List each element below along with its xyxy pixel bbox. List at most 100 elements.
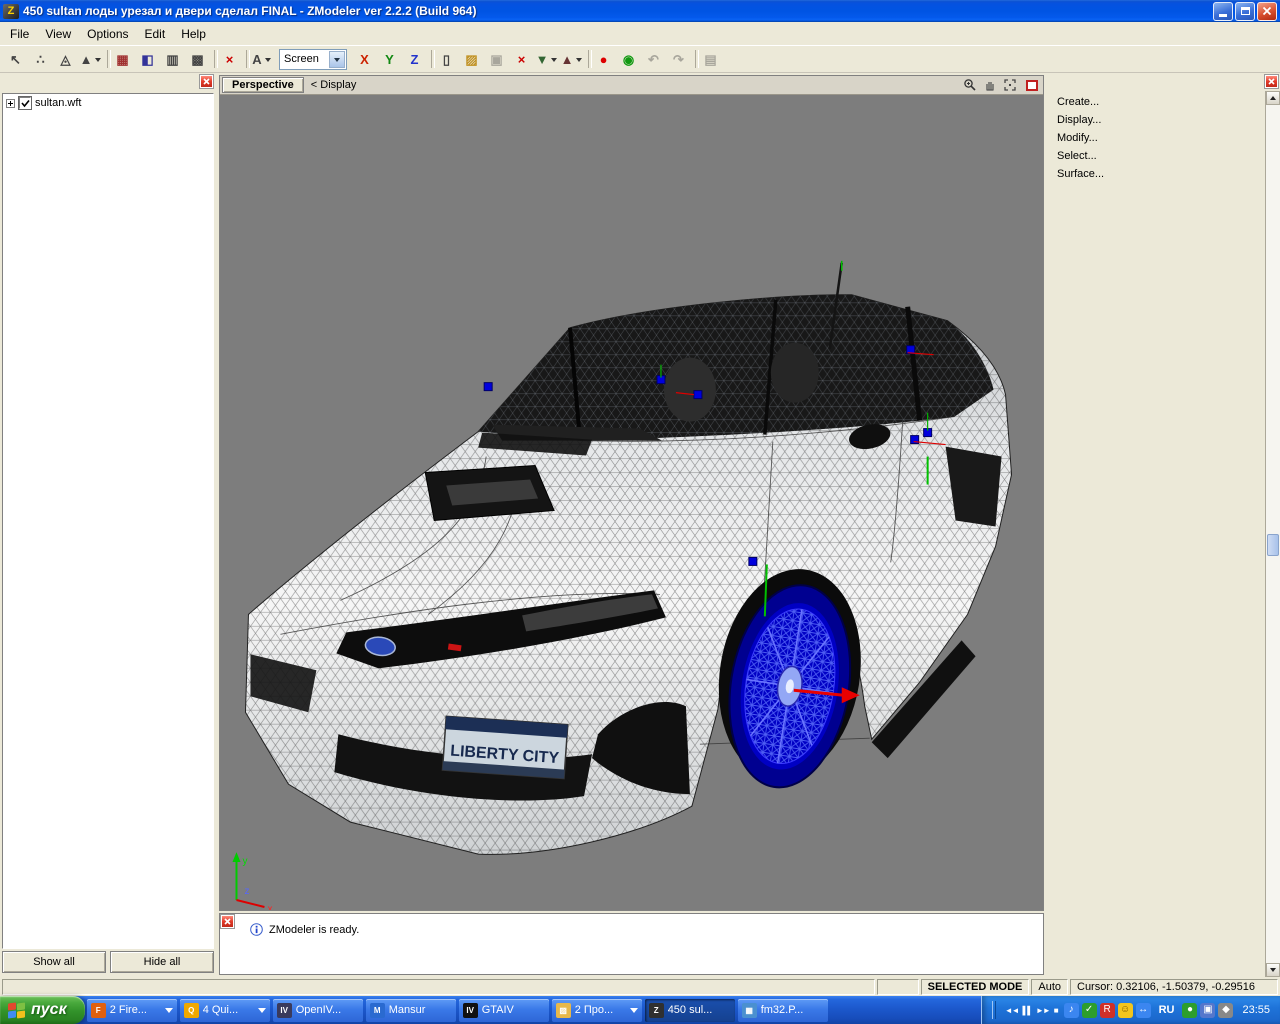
start-button[interactable]: пуск [0,996,85,1024]
screen-combo-arrow[interactable] [329,50,345,68]
task-icon: M [369,1002,385,1018]
media-prev-button[interactable]: ◄◄ [1003,1006,1021,1015]
tray-update-icon[interactable]: ● [1182,1002,1198,1018]
tree-item-label: sultan.wft [35,97,82,109]
plugins-button[interactable]: ◉ [616,48,641,71]
taskbar-buttons: F2 Fire... Q 4 Qui... IV OpenIV... M Mansur IV G… [85,996,830,1024]
media-next-button[interactable]: ►► [1034,1006,1052,1015]
tray-volume-icon[interactable]: ♪ [1063,1002,1079,1018]
task-zmodeler[interactable]: Z 450 sul... [644,998,735,1022]
maximize-view-icon[interactable] [1026,79,1038,91]
task-mansur[interactable]: M Mansur [365,998,456,1022]
dummy-marker[interactable] [483,382,493,392]
auto-toggle[interactable]: Auto [1031,978,1068,995]
task-icon: F [90,1002,106,1018]
uv-mapper-button[interactable]: ▦ [110,48,135,71]
scroll-thumb[interactable] [1267,534,1279,556]
menu-help[interactable]: Help [173,24,214,44]
material-editor-button[interactable]: ◧ [135,48,160,71]
zoom-icon[interactable] [961,78,978,93]
views-config-button[interactable]: ▥ [160,48,185,71]
dropdown-arrow-icon [95,58,102,65]
tree-expand-icon[interactable] [6,98,15,108]
close-icon [224,918,231,925]
record-button[interactable]: ● [591,48,616,71]
close-commands-panel-button[interactable] [1265,75,1278,88]
menu-display[interactable]: Display... [1053,111,1262,129]
task-openiv[interactable]: IV OpenIV... [272,998,363,1022]
close-panel-button[interactable] [200,75,213,88]
close-view-button[interactable]: × [217,48,242,71]
arrow-tool-button[interactable]: A [249,48,274,71]
media-pause-button[interactable]: ▌▌ [1021,1006,1034,1015]
tray-display-icon[interactable]: ▣ [1200,1002,1216,1018]
menu-surface[interactable]: Surface... [1053,165,1262,183]
scene-tree-header [0,74,216,91]
vertices-mode-button[interactable]: ∴ [28,48,53,71]
commands-scrollbar[interactable] [1265,91,1280,977]
tray-icons-left: ♪ ✓ R ☺ ↔ [1063,1002,1151,1018]
menu-file[interactable]: File [2,24,37,44]
minimize-button[interactable] [1213,1,1233,21]
faces-mode-button[interactable]: ▲ [78,48,103,71]
import-button[interactable]: ▼ [534,48,559,71]
task-folder[interactable]: ▨ 2 Про... [551,998,642,1022]
redo-button[interactable]: ↷ [666,48,691,71]
zoom-extents-icon[interactable] [1001,78,1018,93]
menu-select[interactable]: Select... [1053,147,1262,165]
select-mode-button[interactable]: ↖ [3,48,28,71]
menu-options[interactable]: Options [79,24,136,44]
tray-antivirus-icon[interactable]: ✓ [1081,1002,1097,1018]
menu-view[interactable]: View [37,24,79,44]
new-file-button[interactable]: ▯ [434,48,459,71]
task-gtaiv[interactable]: IV GTAIV [458,998,549,1022]
car-model[interactable]: LIBERTY CITY [244,260,1013,855]
taskbar-clock[interactable]: 23:55 [1237,1004,1270,1016]
axis-x-toggle[interactable]: X [352,48,377,71]
menu-modify[interactable]: Modify... [1053,129,1262,147]
settings-button[interactable]: ▤ [698,48,723,71]
scroll-up-button[interactable] [1266,91,1280,105]
save-file-button[interactable]: ▣ [484,48,509,71]
maximize-button[interactable] [1235,1,1255,21]
open-file-button[interactable]: ▨ [459,48,484,71]
edges-mode-button[interactable]: ◬ [53,48,78,71]
viewport-canvas[interactable]: LIBERTY CITY y x z [220,95,1043,910]
export-button[interactable]: ▲ [559,48,584,71]
pan-hand-icon[interactable] [981,78,998,93]
dummy-marker[interactable] [748,556,758,566]
hide-all-button[interactable]: Hide all [110,951,214,973]
delete-button[interactable]: × [509,48,534,71]
close-button[interactable] [1257,1,1277,21]
language-indicator[interactable]: RU [1155,1004,1179,1016]
show-all-button[interactable]: Show all [2,951,106,973]
undo-button[interactable]: ↶ [641,48,666,71]
task-firefox[interactable]: F2 Fire... [86,998,177,1022]
tray-usb-icon[interactable]: ◆ [1218,1002,1234,1018]
tree-visibility-checkbox[interactable] [19,97,31,109]
commands-panel: Create... Display... Modify... Select... Sur… [1047,74,1280,977]
media-stop-button[interactable]: ■ [1052,1006,1060,1015]
perspective-button[interactable]: Perspective [222,77,304,93]
axis-z-toggle[interactable]: Z [402,48,427,71]
dummy-marker[interactable] [693,390,703,400]
axis-y-toggle[interactable]: Y [377,48,402,71]
tree-item-sultan[interactable]: sultan.wft [3,94,213,109]
tray-smiley-icon[interactable]: ☺ [1117,1002,1133,1018]
task-image[interactable]: ▦ fm32.P... [737,998,828,1022]
tray-r-icon[interactable]: R [1099,1002,1115,1018]
screen-combo[interactable]: Screen [279,48,347,70]
wire-views-button[interactable]: ▩ [185,48,210,71]
viewport-panel: Perspective < Display LIBERTY CITY y x z [219,75,1044,911]
close-icon [203,78,210,85]
close-message-panel-button[interactable] [221,915,234,928]
viewport-3d-scene[interactable]: LIBERTY CITY y x z [220,95,1043,910]
scene-tree[interactable]: sultan.wft [2,93,214,949]
menu-create[interactable]: Create... [1053,93,1262,111]
tray-network-icon[interactable]: ↔ [1135,1002,1151,1018]
status-empty-box [876,978,919,995]
scroll-down-button[interactable] [1266,963,1280,977]
menu-edit[interactable]: Edit [137,24,174,44]
task-qip[interactable]: Q4 Qui... [179,998,270,1022]
display-mode-label[interactable]: < Display [311,79,357,91]
